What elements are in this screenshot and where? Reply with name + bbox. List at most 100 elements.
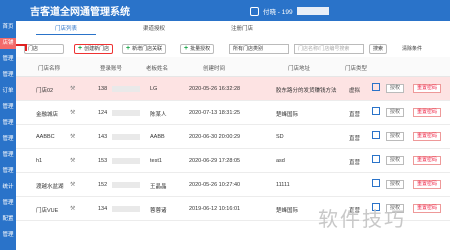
sidebar-item[interactable]: 配置 — [0, 214, 16, 225]
edit-icon[interactable] — [372, 131, 380, 139]
login-account: 152 — [98, 182, 108, 188]
store-name: h1 — [36, 158, 43, 164]
clear-filter-button[interactable]: 清除条件 — [399, 44, 426, 54]
reset-password-button[interactable]: 重置密码 — [413, 156, 442, 165]
reset-password-button[interactable]: 重置密码 — [413, 108, 442, 117]
tab-item[interactable]: 门店列表 — [36, 24, 96, 35]
boss-name: test1 — [150, 158, 162, 164]
boss-name: AABB — [150, 134, 165, 140]
store-address: 11111 — [276, 182, 290, 188]
store-name: 门店VUE — [36, 208, 59, 214]
sidebar-item[interactable]: 管理 — [0, 166, 16, 177]
store-table: 门店名称 登录账号 老板姓名 创建时间 门店地址 门店类型 门店02 ⚒ 138 LG… — [16, 57, 450, 221]
wrench-icon: ⚒ — [70, 110, 76, 116]
wrench-icon: ⚒ — [70, 86, 76, 92]
account-masked — [112, 182, 140, 188]
table-row[interactable]: h1 ⚒ 153 test1 2020-06-29 17:28:05 asd 直营 授权 重置密… — [16, 149, 450, 173]
app-title: 吉客道全网通管理系统 — [30, 7, 130, 18]
col-header-account: 登录账号 — [100, 66, 123, 72]
filter-prefix[interactable]: 门店 — [24, 44, 64, 54]
store-name: 渡越水盆湖 — [36, 184, 64, 190]
wrench-icon: ⚒ — [70, 206, 76, 212]
reset-password-button[interactable]: 重置密码 — [413, 180, 442, 189]
store-name: 金融城店 — [36, 112, 59, 118]
auth-button[interactable]: 授权 — [386, 180, 405, 189]
col-header-name: 门店名称 — [38, 66, 61, 72]
created-time: 2020-06-30 20:00:29 — [189, 134, 241, 140]
table-row[interactable]: 金融城店 ⚒ 124 陈某人 2020-07-13 18:31:25 楚峰国际 直营 授权 重置… — [16, 101, 450, 125]
auth-button[interactable]: 授权 — [386, 156, 405, 165]
table-row[interactable]: AABBC ⚒ 143 AABB 2020-06-30 20:00:29 SD 直营 授权 重置… — [16, 125, 450, 149]
created-time: 2020-05-26 10:27:40 — [189, 182, 241, 188]
sidebar-item[interactable]: 管理 — [0, 198, 16, 209]
login-account: 134 — [98, 206, 108, 212]
reset-password-button[interactable]: 重置密码 — [413, 84, 442, 93]
wrench-icon: ⚒ — [70, 134, 76, 140]
sidebar-item[interactable]: 订单 — [0, 86, 16, 97]
reset-password-button[interactable]: 重置密码 — [413, 204, 442, 213]
edit-icon[interactable] — [372, 83, 380, 91]
store-address: SD — [276, 134, 284, 140]
login-account: 153 — [98, 158, 108, 164]
sidebar-item[interactable]: 管理 — [0, 54, 16, 65]
auth-button[interactable]: 授权 — [386, 108, 405, 117]
boss-name: 王晶晶 — [150, 184, 167, 190]
batch-auth-button[interactable]: + 批量授权 — [180, 44, 215, 54]
sidebar: 首页 店铺 管理 管理 订单 管理 管理 管理 管理 管理 统计 管理 配置 管理 — [0, 21, 16, 250]
store-type-select[interactable]: 所有门店类别 — [229, 44, 289, 54]
sidebar-item[interactable]: 首页 — [0, 22, 16, 33]
user-icon — [250, 6, 259, 16]
table-row[interactable]: 门店02 ⚒ 138 LG 2020-05-26 16:32:28 胶东路分的发货赚钱方法… — [16, 77, 450, 101]
user-name: 付晓 - 199 — [263, 9, 293, 16]
store-type: 虚拟 — [349, 88, 361, 94]
table-row[interactable]: 渡越水盆湖 ⚒ 152 王晶晶 2020-05-26 10:27:40 11111 授权 重置… — [16, 173, 450, 197]
boss-name: 陈某人 — [150, 112, 167, 118]
sidebar-item[interactable]: 管理 — [0, 70, 16, 81]
edit-icon[interactable] — [372, 107, 380, 115]
add-store-link-button[interactable]: + 新增门店关联 — [122, 44, 167, 54]
boss-name: 蓉蓉诸 — [150, 208, 167, 214]
watermark: 软件技巧 — [318, 209, 406, 231]
store-type: 直营 — [349, 112, 361, 118]
tab-bar: 门店列表 渠道授权 注册门店 — [36, 24, 450, 35]
tab-item[interactable]: 注册门店 — [212, 24, 272, 35]
store-address: 楚峰国际 — [276, 112, 299, 118]
user-info[interactable]: 付晓 - 199 — [250, 6, 329, 16]
sidebar-item[interactable]: 管理 — [0, 118, 16, 129]
created-time: 2020-06-29 17:28:05 — [189, 158, 241, 164]
created-time: 2019-06-12 10:16:01 — [189, 206, 241, 212]
created-time: 2020-07-13 18:31:25 — [189, 110, 241, 116]
search-button[interactable]: 搜索 — [369, 44, 388, 54]
auth-button[interactable]: 授权 — [386, 132, 405, 141]
account-masked — [112, 134, 140, 140]
sidebar-item[interactable]: 管理 — [0, 102, 16, 113]
sidebar-item[interactable]: 统计 — [0, 182, 16, 193]
boss-name: LG — [150, 86, 158, 92]
store-address: 楚峰国际 — [276, 208, 299, 214]
login-account: 138 — [98, 86, 108, 92]
annotation-line — [25, 44, 27, 51]
account-masked — [112, 86, 140, 92]
search-input[interactable]: 门店名称/门店编号搜索 — [294, 44, 364, 54]
sidebar-item[interactable]: 管理 — [0, 150, 16, 161]
account-masked — [112, 206, 140, 212]
store-address: asd — [276, 158, 285, 164]
col-header-address: 门店地址 — [288, 66, 311, 72]
create-store-button[interactable]: + 创建新门店 — [74, 44, 114, 54]
auth-button[interactable]: 授权 — [386, 84, 405, 93]
tab-item[interactable]: 渠道授权 — [124, 24, 184, 35]
login-account: 143 — [98, 134, 108, 140]
sidebar-item[interactable]: 管理 — [0, 134, 16, 145]
plus-icon: + — [126, 45, 131, 52]
toolbar: 门店 + 创建新门店 + 新增门店关联 + 批量授权 所有门店类别 门店名称/门店编号… — [24, 44, 446, 55]
account-masked — [112, 158, 140, 164]
col-header-boss: 老板姓名 — [146, 66, 169, 72]
store-name: AABBC — [36, 134, 55, 140]
wrench-icon: ⚒ — [70, 182, 76, 188]
store-type: 直营 — [349, 160, 361, 166]
sidebar-item[interactable]: 店铺 — [0, 38, 16, 49]
sidebar-item[interactable]: 管理 — [0, 230, 16, 241]
reset-password-button[interactable]: 重置密码 — [413, 132, 442, 141]
edit-icon[interactable] — [372, 155, 380, 163]
edit-icon[interactable] — [372, 179, 380, 187]
